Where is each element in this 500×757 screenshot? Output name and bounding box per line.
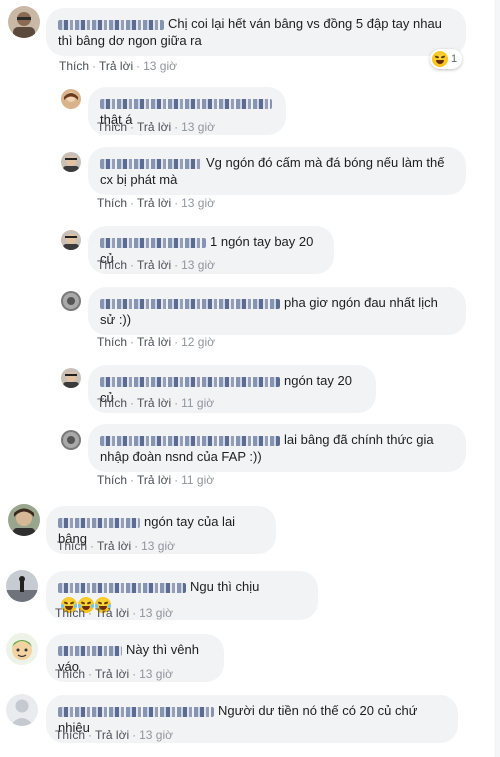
like-link[interactable]: Thích — [97, 396, 127, 410]
timestamp[interactable]: 12 giờ — [181, 335, 215, 349]
reply-link[interactable]: Trả lời — [137, 473, 171, 487]
avatar[interactable] — [61, 230, 81, 250]
like-link[interactable]: Thích — [97, 120, 127, 134]
timestamp[interactable]: 13 giờ — [181, 258, 215, 272]
comment-bubble: lai bâng đã chính thức gia nhập đoàn nsn… — [88, 424, 466, 472]
reply-link[interactable]: Trả lời — [137, 196, 171, 210]
like-link[interactable]: Thích — [59, 59, 89, 73]
timestamp[interactable]: 13 giờ — [139, 728, 173, 742]
like-link[interactable]: Thích — [57, 539, 87, 553]
timestamp[interactable]: 13 giờ — [139, 667, 173, 681]
like-link[interactable]: Thích — [55, 728, 85, 742]
commenter-name[interactable] — [58, 517, 140, 528]
avatar[interactable] — [6, 633, 38, 665]
like-link[interactable]: Thích — [97, 196, 127, 210]
scrollbar-track[interactable] — [494, 0, 500, 757]
laughing-emoji-icon — [432, 51, 448, 67]
comment-actions: Thích · Trả lời · 13 giờ — [97, 258, 215, 272]
reply-link[interactable]: Trả lời — [137, 335, 171, 349]
reply-link[interactable]: Trả lời — [97, 539, 131, 553]
timestamp[interactable]: 13 giờ — [141, 539, 175, 553]
reaction-count: 1 — [451, 53, 458, 65]
comment-actions: Thích · Trả lời · 13 giờ — [97, 196, 215, 210]
comment-text: Ngu thì chịu — [190, 579, 260, 594]
reply-link[interactable]: Trả lời — [137, 258, 171, 272]
comment-bubble: Chị coi lại hết ván bâng vs đồng 5 đập t… — [46, 8, 466, 56]
avatar[interactable] — [6, 570, 38, 602]
timestamp[interactable]: 13 giờ — [139, 606, 173, 620]
commenter-name[interactable] — [100, 376, 280, 387]
like-link[interactable]: Thích — [55, 667, 85, 681]
comment-actions: Thích · Trả lời · 13 giờ — [55, 606, 173, 620]
comment-actions: Thích · Trả lời · 13 giờ — [57, 539, 175, 553]
comment-bubble: Vg ngón đó cấm mà đá bóng nếu làm thế cx… — [88, 147, 466, 195]
reply-link[interactable]: Trả lời — [137, 120, 171, 134]
reply-link[interactable]: Trả lời — [137, 396, 171, 410]
commenter-name[interactable] — [58, 19, 164, 30]
comment-actions: Thích · Trả lời · 12 giờ — [97, 335, 215, 349]
commenter-name[interactable] — [58, 582, 186, 593]
reply-link[interactable]: Trả lời — [99, 59, 133, 73]
timestamp[interactable]: 13 giờ — [181, 196, 215, 210]
comment-actions: Thích · Trả lời · 13 giờ — [59, 59, 177, 73]
avatar[interactable] — [61, 152, 81, 172]
like-link[interactable]: Thích — [97, 473, 127, 487]
reply-link[interactable]: Trả lời — [95, 728, 129, 742]
timestamp[interactable]: 11 giờ — [181, 473, 214, 487]
timestamp[interactable]: 11 giờ — [181, 396, 214, 410]
timestamp[interactable]: 13 giờ — [143, 59, 177, 73]
avatar[interactable] — [61, 291, 81, 311]
avatar[interactable] — [8, 504, 40, 536]
comment-actions: Thích · Trả lời · 13 giờ — [55, 728, 173, 742]
comment-actions: Thích · Trả lời · 13 giờ — [97, 120, 215, 134]
like-link[interactable]: Thích — [55, 606, 85, 620]
avatar[interactable] — [61, 368, 81, 388]
avatar[interactable] — [6, 694, 38, 726]
like-link[interactable]: Thích — [97, 258, 127, 272]
commenter-name[interactable] — [100, 435, 280, 446]
commenter-name[interactable] — [100, 237, 206, 248]
avatar[interactable] — [61, 430, 81, 450]
reaction-badge[interactable]: 1 — [430, 49, 463, 69]
reply-link[interactable]: Trả lời — [95, 606, 129, 620]
commenter-name[interactable] — [100, 98, 272, 109]
commenter-name[interactable] — [100, 158, 202, 169]
commenter-name[interactable] — [58, 645, 122, 656]
comment-actions: Thích · Trả lời · 11 giờ — [97, 473, 215, 487]
commenter-name[interactable] — [58, 706, 214, 717]
comment-actions: Thích · Trả lời · 11 giờ — [97, 396, 215, 410]
comment-actions: Thích · Trả lời · 13 giờ — [55, 667, 173, 681]
avatar[interactable] — [8, 6, 40, 38]
comment-bubble: pha giơ ngón đau nhất lịch sử :)) — [88, 287, 466, 335]
commenter-name[interactable] — [100, 298, 280, 309]
avatar[interactable] — [61, 89, 81, 109]
like-link[interactable]: Thích — [97, 335, 127, 349]
reply-link[interactable]: Trả lời — [95, 667, 129, 681]
timestamp[interactable]: 13 giờ — [181, 120, 215, 134]
